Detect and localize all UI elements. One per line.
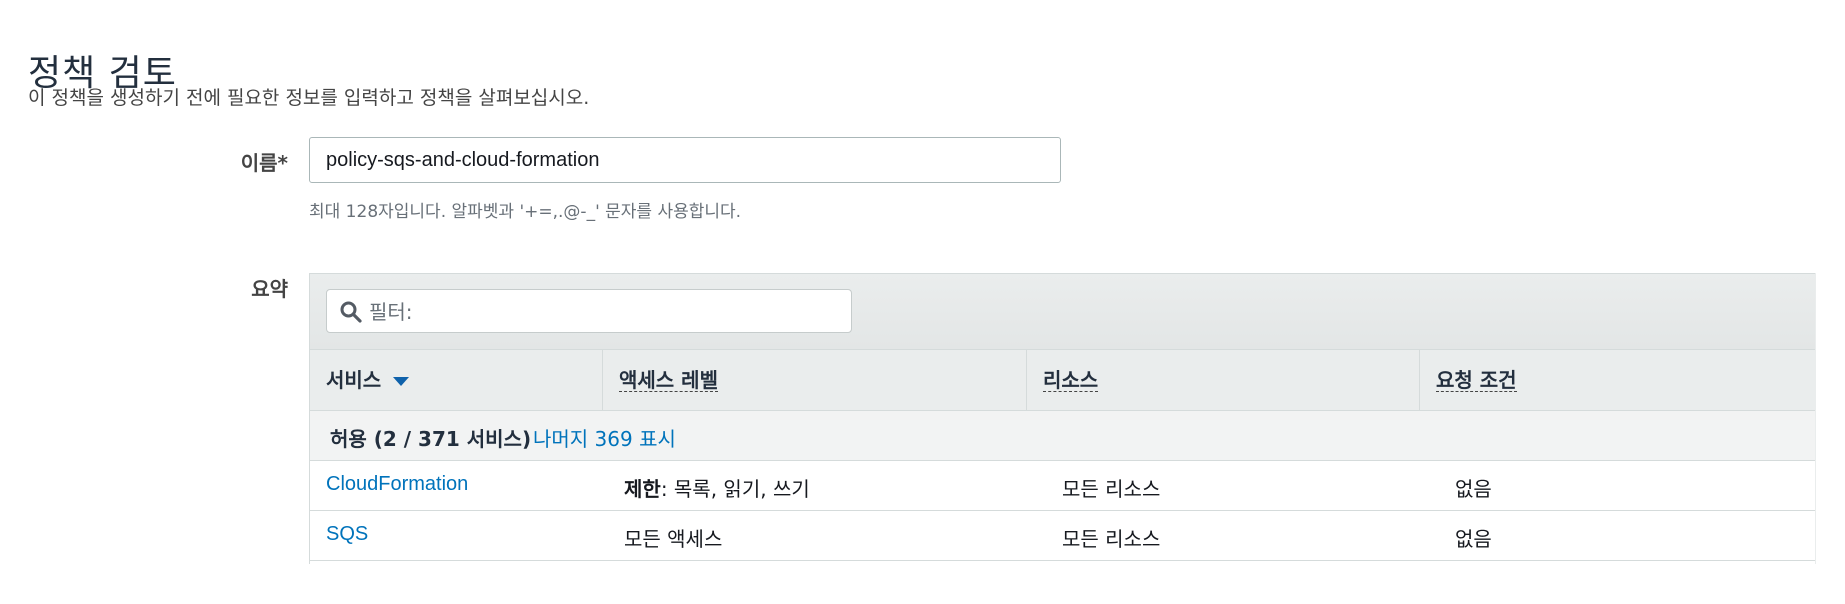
condition-cell: 없음 [1455,527,1492,551]
name-label: 이름* [240,151,288,175]
filter-input[interactable] [367,294,841,330]
table-row: CloudFormation 제한: 목록, 읽기, 쓰기 모든 리소스 없음 [310,461,1815,511]
table-row: SQS 모든 액세스 모든 리소스 없음 [310,511,1815,561]
search-icon [340,301,362,323]
column-header-access-level[interactable]: 액세스 레벨 [602,350,1026,410]
service-link-cloudformation[interactable]: CloudFormation [326,473,468,496]
access-level-cell: 모든 액세스 [624,527,723,551]
column-header-condition[interactable]: 요청 조건 [1419,350,1815,410]
column-header-service[interactable]: 서비스 [310,350,602,410]
service-link-sqs[interactable]: SQS [326,523,368,546]
filter-box[interactable] [326,289,852,333]
access-level-cell: 제한: 목록, 읽기, 쓰기 [624,473,810,502]
access-level-detail: : 목록, 읽기, 쓰기 [660,477,810,501]
page-description: 이 정책을 생성하기 전에 필요한 정보를 입력하고 정책을 살펴보십시오. [28,87,590,109]
summary-label: 요약 [251,277,288,301]
column-resource-label: 리소스 [1043,368,1099,392]
show-remaining-services-link[interactable]: 나머지 369 표시 [533,423,676,452]
allow-group-title: 허용 (2 / 371 서비스) [330,427,532,451]
allow-group-row: 허용 (2 / 371 서비스) 나머지 369 표시 [310,411,1815,461]
summary-table: 서비스 액세스 레벨 리소스 요청 조건 허용 (2 / 371 서비스) 나머… [309,273,1816,564]
sort-caret-down-icon[interactable] [393,377,410,386]
column-condition-label: 요청 조건 [1436,368,1517,392]
column-service-label: 서비스 [326,368,382,392]
resource-cell: 모든 리소스 [1062,527,1161,551]
condition-cell: 없음 [1455,477,1492,501]
table-header: 서비스 액세스 레벨 리소스 요청 조건 [310,349,1815,411]
name-hint: 최대 128자입니다. 알파벳과 '+=,.@-_' 문자를 사용합니다. [309,202,742,222]
policy-name-input[interactable] [309,137,1061,183]
resource-cell: 모든 리소스 [1062,477,1161,501]
column-access-level-label: 액세스 레벨 [619,368,718,392]
access-level-limited-label: 제한 [624,477,661,501]
filter-bar [310,273,1815,349]
column-header-resource[interactable]: 리소스 [1026,350,1419,410]
